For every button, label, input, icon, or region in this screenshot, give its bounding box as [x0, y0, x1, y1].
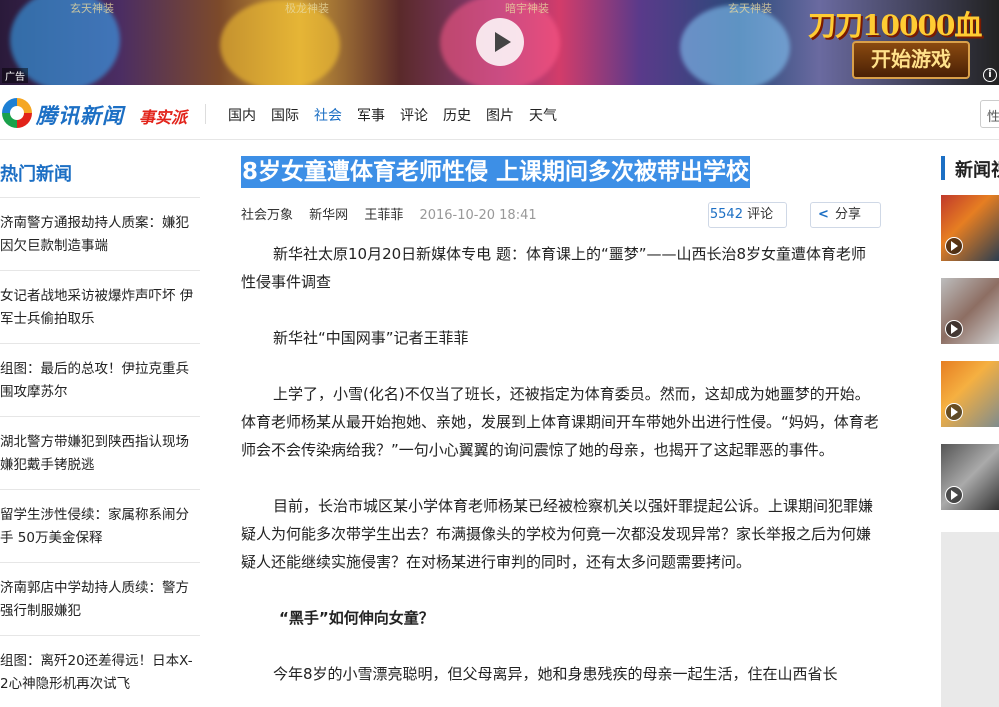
video-thumbnail[interactable] — [941, 444, 999, 510]
play-icon — [945, 237, 963, 255]
search-input[interactable]: 性 — [980, 100, 999, 128]
play-icon — [945, 486, 963, 504]
ad-banner[interactable]: 玄天神装 极龙神装 暗宇神装 玄天神装 刀刀10000血 开始游戏 广告 i — [0, 0, 999, 85]
article-paragraph: 新华社太原10月20日新媒体专电 题：体育课上的“噩梦”——山西长治8岁女童遭体… — [241, 245, 867, 291]
article: 8岁女童遭体育老师性侵 上课期间多次被带出学校 社会万象 新华网 王菲菲 201… — [241, 140, 881, 688]
hot-news-item[interactable]: 女记者战地采访被爆炸声吓坏 伊军士兵偷拍取乐 — [0, 271, 200, 344]
nav-menu: 国内 国际 社会 军事 评论 历史 图片 天气 — [228, 105, 557, 125]
top-nav: 腾讯新闻 事实派 国内 国际 社会 军事 评论 历史 图片 天气 性 — [0, 86, 999, 140]
article-meta: 社会万象 新华网 王菲菲 2016-10-20 18:41 5542 评论 < 分… — [241, 202, 881, 240]
info-icon[interactable]: i — [983, 68, 997, 82]
brand-name[interactable]: 腾讯新闻 — [36, 100, 124, 130]
article-category[interactable]: 社会万象 — [241, 208, 293, 223]
video-thumbnail[interactable] — [941, 278, 999, 344]
ad-label-1: 玄天神装 — [70, 2, 114, 15]
play-icon[interactable] — [476, 18, 524, 66]
article-title: 8岁女童遭体育老师性侵 上课期间多次被带出学校 — [241, 156, 751, 188]
nav-item-weather[interactable]: 天气 — [529, 105, 557, 125]
nav-item-domestic[interactable]: 国内 — [228, 105, 256, 125]
rail-heading: 新闻视频 — [941, 156, 999, 180]
article-paragraph: 上学了，小雪(化名)不仅当了班长，还被指定为体育委员。然而，这却成为她噩梦的开始… — [241, 385, 879, 459]
share-icon: < — [818, 207, 829, 222]
article-paragraph: 今年8岁的小雪漂亮聪明，但父母离异，她和身患残疾的母亲一起生活，住在山西省长 — [273, 665, 838, 683]
nav-divider — [205, 104, 206, 124]
rail-ad-placeholder — [941, 532, 999, 707]
ad-promo-text: 刀刀10000血 — [808, 9, 982, 42]
nav-item-society[interactable]: 社会 — [314, 105, 342, 125]
hot-news-item[interactable]: 济南郭店中学劫持人质续：警方强行制服嫌犯 — [0, 563, 200, 636]
nav-item-history[interactable]: 历史 — [443, 105, 471, 125]
hot-news-item[interactable]: 组图：离歼20还差得远！日本X-2心神隐形机再次试飞 — [0, 636, 200, 707]
start-game-button[interactable]: 开始游戏 — [852, 41, 970, 79]
ad-art-right — [680, 5, 790, 85]
share-button[interactable]: < 分享 — [810, 202, 881, 228]
play-icon — [945, 403, 963, 421]
article-author: 王菲菲 — [364, 208, 404, 223]
hot-news-item[interactable]: 留学生涉性侵续：家属称系闹分手 50万美金保释 — [0, 490, 200, 563]
article-subheading: “黑手”如何伸向女童？ — [279, 609, 434, 627]
play-icon — [945, 320, 963, 338]
hot-news-item[interactable]: 组图：最后的总攻！伊拉克重兵围攻摩苏尔 — [0, 344, 200, 417]
hot-news-sidebar: 热门新闻 济南警方通报劫持人质案：嫌犯因欠巨款制造事端 女记者战地采访被爆炸声吓… — [0, 140, 200, 707]
ad-label-4: 玄天神装 — [728, 2, 772, 15]
article-date: 2016-10-20 18:41 — [419, 208, 537, 223]
nav-item-pictures[interactable]: 图片 — [486, 105, 514, 125]
nav-item-international[interactable]: 国际 — [271, 105, 299, 125]
video-thumbnail[interactable] — [941, 195, 999, 261]
comment-count: 5542 — [709, 207, 743, 222]
share-label: 分享 — [834, 207, 861, 222]
article-paragraph: 新华社“中国网事”记者王菲菲 — [273, 329, 469, 347]
ad-label-3: 暗宇神装 — [505, 2, 549, 15]
nav-item-commentary[interactable]: 评论 — [400, 105, 428, 125]
article-paragraph: 目前，长治市城区某小学体育老师杨某已经被检察机关以强奸罪提起公诉。上课期间犯罪嫌… — [241, 497, 874, 571]
article-source[interactable]: 新华网 — [309, 208, 348, 223]
nav-item-military[interactable]: 军事 — [357, 105, 385, 125]
ad-tag: 广告 — [2, 68, 28, 83]
brand-sub[interactable]: 事实派 — [139, 104, 187, 128]
video-thumbnail[interactable] — [941, 361, 999, 427]
ad-label-2: 极龙神装 — [285, 2, 329, 15]
hot-news-item[interactable]: 湖北警方带嫌犯到陕西指认现场 嫌犯戴手铐脱逃 — [0, 417, 200, 490]
comment-label: 评论 — [747, 207, 774, 222]
comment-button[interactable]: 5542 评论 — [708, 202, 787, 228]
tencent-logo-icon[interactable] — [2, 98, 32, 128]
sidebar-heading: 热门新闻 — [0, 160, 200, 198]
hot-news-item[interactable]: 济南警方通报劫持人质案：嫌犯因欠巨款制造事端 — [0, 198, 200, 271]
news-video-rail: 新闻视频 — [941, 140, 999, 707]
